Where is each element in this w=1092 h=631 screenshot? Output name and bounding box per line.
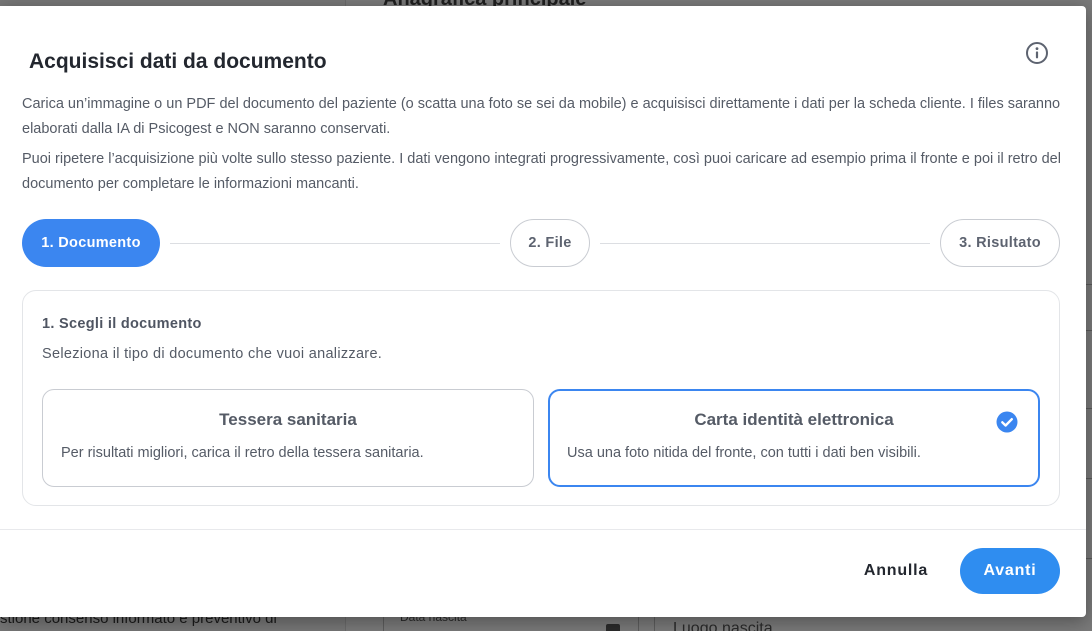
option-title: Carta identità elettronica — [694, 410, 894, 429]
calendar-icon — [606, 624, 620, 631]
check-circle-icon — [996, 411, 1018, 433]
stepper-connector — [170, 243, 500, 244]
panel-subtitle: Seleziona il tipo di documento che vuoi … — [42, 346, 383, 362]
info-icon[interactable] — [1025, 41, 1049, 65]
dialog-description-1: Carica un’immagine o un PDF del document… — [22, 96, 1061, 137]
dialog-description-2: Puoi ripetere l’acquisizione più volte s… — [22, 151, 1061, 192]
cancel-button[interactable]: Annulla — [850, 548, 942, 594]
step-risultato[interactable]: 3. Risultato — [940, 219, 1060, 267]
stepper-connector — [600, 243, 930, 244]
document-acquisition-dialog: Acquisisci dati da documento Carica un’i… — [0, 6, 1086, 617]
panel-title: 1. Scegli il documento — [42, 316, 202, 332]
background-right-edge — [1086, 0, 1092, 631]
next-button[interactable]: Avanti — [960, 548, 1060, 594]
background-birthplace-label: Luogo nascita — [673, 620, 773, 631]
dialog-title: Acquisisci dati da documento — [29, 50, 327, 73]
footer-divider — [0, 529, 1086, 530]
option-carta-identita-elettronica[interactable]: Carta identità elettronica Usa una foto … — [548, 389, 1040, 487]
step-file[interactable]: 2. File — [510, 219, 590, 267]
document-choice-panel: 1. Scegli il documento Seleziona il tipo… — [22, 290, 1060, 506]
option-description: Usa una foto nitida del fronte, con tutt… — [567, 445, 921, 461]
step-documento[interactable]: 1. Documento — [22, 219, 160, 267]
option-description: Per risultati migliori, carica il retro … — [61, 445, 424, 461]
option-tessera-sanitaria[interactable]: Tessera sanitaria Per risultati migliori… — [42, 389, 534, 487]
option-title: Tessera sanitaria — [219, 410, 357, 429]
